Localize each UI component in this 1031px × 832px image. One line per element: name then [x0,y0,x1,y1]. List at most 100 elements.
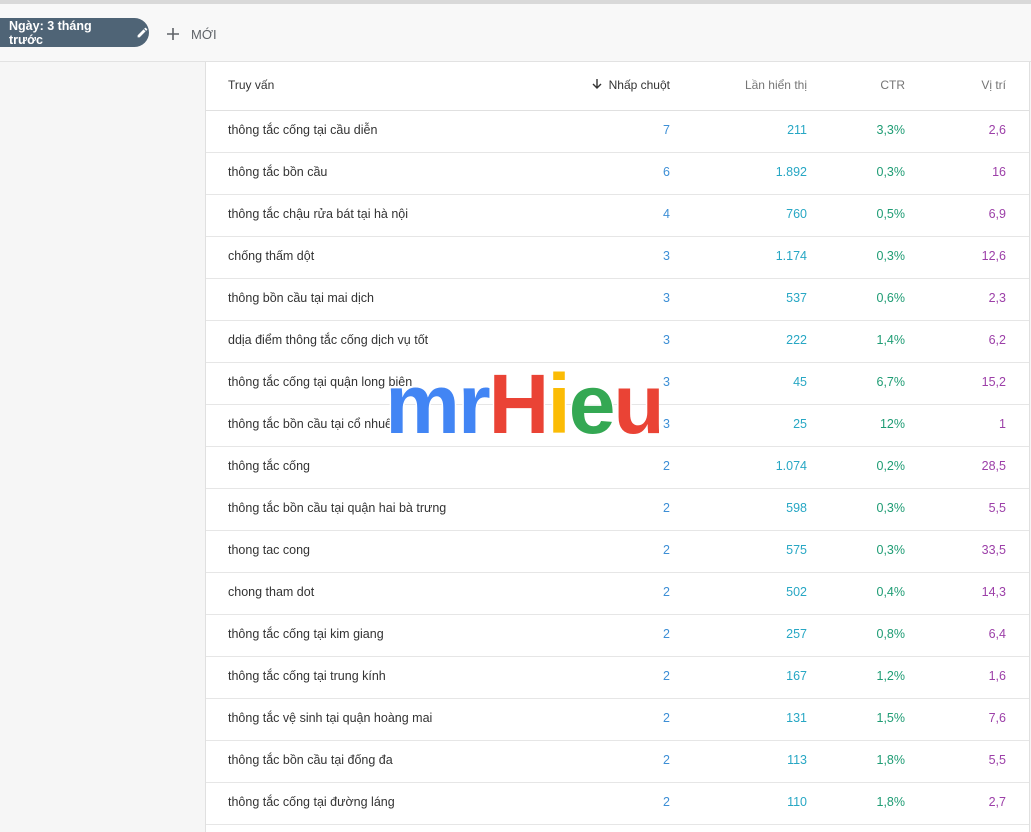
position-cell: 16 [992,165,1006,179]
clicks-cell: 2 [663,585,670,599]
table-row[interactable]: thông tắc cống tại cầu diễn 7 211 3,3% 2,6 [206,110,1029,153]
clicks-cell: 4 [663,207,670,221]
clicks-cell: 2 [663,459,670,473]
position-cell: 1 [999,417,1006,431]
ctr-cell: 1,8% [876,753,906,767]
watermark-letter: u [613,363,659,449]
table-row[interactable]: thông tắc chậu rửa bát tại hà nội 4 760 0,5… [206,194,1029,237]
clicks-cell: 2 [663,669,670,683]
impressions-cell: 257 [786,627,807,641]
watermark-logo: mrHieu [389,363,659,449]
header-query[interactable]: Truy vấn [228,78,274,92]
edit-pencil-icon [137,27,148,38]
table-row[interactable]: thông tắc cống tại kim giang 2 257 0,8% 6,4 [206,614,1029,657]
svg-text:mrHieu: mrHieu [389,363,659,449]
table-row[interactable]: thông tắc bồn cầu 6 1.892 0,3% 16 [206,152,1029,195]
ctr-cell: 0,3% [876,543,906,557]
table-row[interactable]: thong tac cong 2 575 0,3% 33,5 [206,530,1029,573]
query-cell: chống thấm dột [228,249,315,263]
header-clicks-label: Nhấp chuột [608,78,670,92]
watermark-letter: m [389,363,458,449]
position-cell: 12,6 [981,249,1006,263]
impressions-cell: 760 [786,207,807,221]
clicks-cell: 3 [663,291,670,305]
table-row[interactable]: thông tắc bồn cầu tại đống đa 2 113 1,8% 5,5 [206,740,1029,783]
clicks-cell: 2 [663,795,670,809]
ctr-cell: 0,3% [876,165,906,179]
query-cell: thông tắc bồn cầu tại quận hai bà trưng [228,501,447,515]
table-row[interactable]: chong tham dot 2 502 0,4% 14,3 [206,572,1029,615]
header-position[interactable]: Vị trí [981,78,1006,92]
ctr-cell: 0,2% [876,459,906,473]
header-clicks[interactable]: Nhấp chuột [591,78,670,92]
clicks-cell: 2 [663,711,670,725]
table-row[interactable]: thông tắc bồn cầu tại quận hai bà trưng 2… [206,488,1029,531]
query-cell: thông tắc cống tại kim giang [228,627,384,641]
ctr-cell: 0,3% [876,501,906,515]
clicks-cell: 2 [663,627,670,641]
clicks-cell: 3 [663,249,670,263]
position-cell: 2,7 [988,795,1006,809]
ctr-cell: 0,8% [876,627,906,641]
position-cell: 5,5 [988,501,1006,515]
table-header: Truy vấn Nhấp chuột Lần hiển thị CTR Vị … [206,62,1029,111]
ctr-cell: 0,5% [876,207,906,221]
position-cell: 7,6 [988,711,1006,725]
ctr-cell: 3,3% [876,123,906,137]
filter-bar: Ngày: 3 tháng trước MỚI [0,0,1031,62]
new-filter-button[interactable]: MỚI [165,22,217,46]
query-cell: thông tắc cống tại đường láng [228,795,395,809]
impressions-cell: 167 [786,669,807,683]
table-row[interactable]: thông tắc cống tại trung kính 2 167 1,2% 1,6 [206,656,1029,699]
header-impressions[interactable]: Lần hiển thị [745,78,807,92]
impressions-cell: 45 [793,375,807,389]
watermark-letter: H [489,363,548,449]
query-cell: thông tắc cống tại cầu diễn [228,123,378,137]
impressions-cell: 110 [787,795,807,809]
query-cell: thông tắc cống [228,459,311,473]
table-row[interactable]: thông tắc vệ sinh tại quận hoàng mai 2 131… [206,698,1029,741]
query-cell: thông tắc vệ sinh tại quận hoàng mai [228,711,433,725]
impressions-cell: 575 [786,543,807,557]
date-filter-label: Ngày: 3 tháng trước [9,18,92,47]
clicks-cell: 3 [663,417,670,431]
impressions-cell: 131 [786,711,807,725]
date-filter-chip[interactable]: Ngày: 3 tháng trước [0,18,149,47]
query-cell: thông tắc bồn cầu tại cổ nhuế [228,417,393,431]
ctr-cell: 1,8% [876,795,906,809]
watermark-letter: r [458,363,490,449]
table-row[interactable]: chống thấm dột 3 1.174 0,3% 12,6 [206,236,1029,279]
sort-down-arrow-icon [592,79,602,89]
position-cell: 33,5 [981,543,1006,557]
table-row[interactable]: thông bồn cầu tại mai dịch 3 537 0,6% 2,3 [206,278,1029,321]
impressions-cell: 537 [786,291,807,305]
new-filter-label: MỚI [191,26,217,42]
clicks-cell: 2 [663,753,670,767]
table-row[interactable]: thông tắc cống 2 1.074 0,2% 28,5 [206,446,1029,489]
table-row[interactable]: ddịa điểm thông tắc cống dịch vụ tốt 3 222… [206,320,1029,363]
position-cell: 5,5 [988,753,1006,767]
query-cell: thông tắc cống tại quận long biên [228,375,413,389]
query-cell: ddịa điểm thông tắc cống dịch vụ tốt [228,333,429,347]
position-cell: 2,3 [988,291,1006,305]
header-ctr[interactable]: CTR [880,78,905,92]
ctr-cell: 0,6% [876,291,906,305]
clicks-cell: 6 [663,165,670,179]
impressions-cell: 598 [786,501,807,515]
clicks-cell: 3 [663,333,670,347]
query-cell: chong tham dot [228,585,315,599]
position-cell: 6,2 [988,333,1006,347]
impressions-cell: 1.174 [775,249,807,263]
impressions-cell: 222 [786,333,807,347]
query-cell: thông tắc bồn cầu [228,165,328,179]
ctr-cell: 1,4% [876,333,906,347]
clicks-cell: 7 [663,123,670,137]
ctr-cell: 1,2% [876,669,906,683]
position-cell: 28,5 [981,459,1006,473]
position-cell: 6,4 [988,627,1006,641]
clicks-cell: 2 [663,543,670,557]
impressions-cell: 211 [787,123,807,137]
clicks-cell: 2 [663,501,670,515]
impressions-cell: 1.074 [775,459,807,473]
watermark-letter: e [569,363,614,449]
